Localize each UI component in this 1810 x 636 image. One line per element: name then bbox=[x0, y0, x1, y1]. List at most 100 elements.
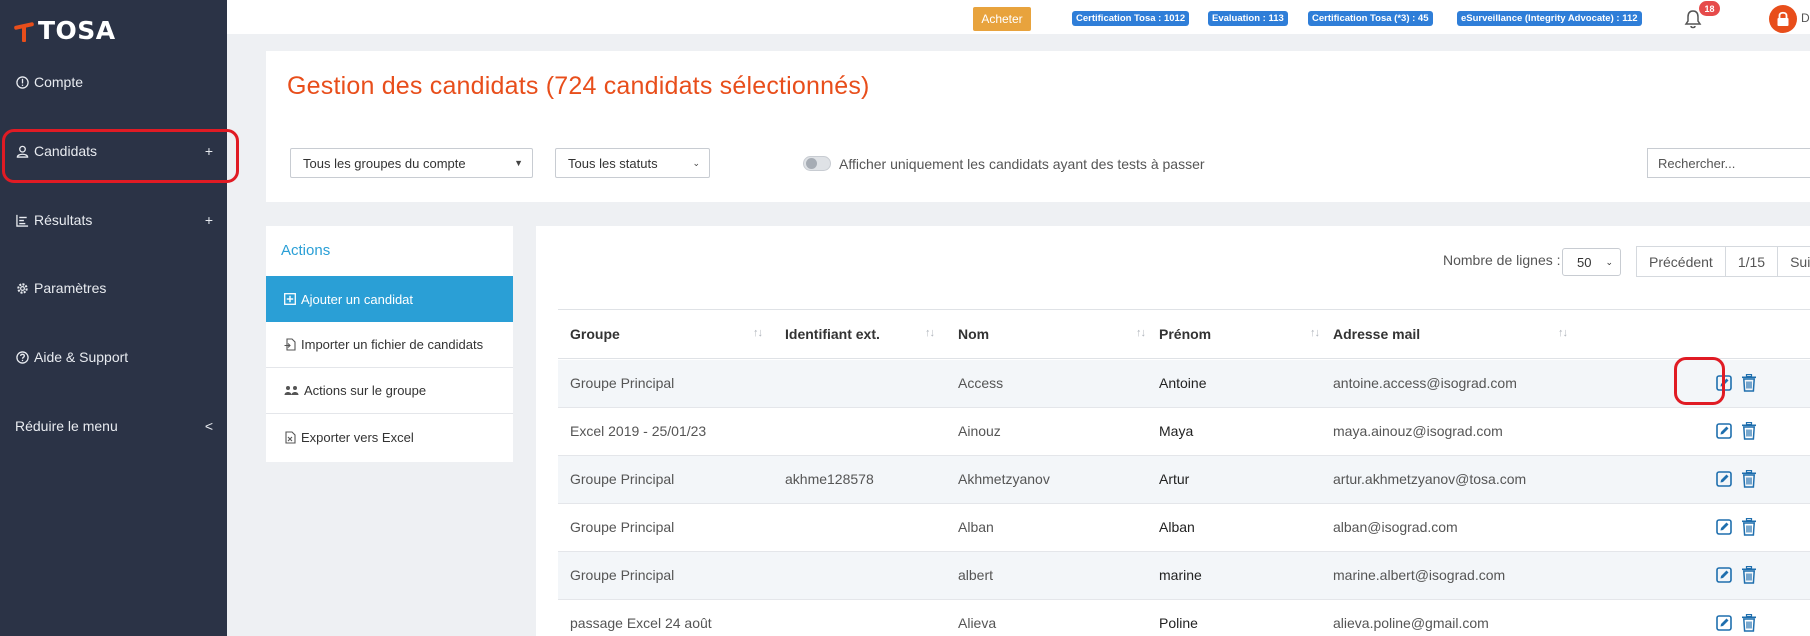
cell-groupe: Groupe Principal bbox=[570, 567, 675, 583]
sort-icon[interactable]: ↑↓ bbox=[1558, 327, 1568, 339]
topbar: Acheter Certification Tosa : 1012 Evalua… bbox=[227, 0, 1810, 34]
rows-per-page-value: 50 bbox=[1577, 254, 1592, 270]
candidates-table-card: Nombre de lignes : 50 ⌄ Précédent 1/15 S… bbox=[536, 226, 1810, 636]
table-header: Groupe ↑↓ Identifiant ext. ↑↓ Nom ↑↓ Pré… bbox=[558, 309, 1810, 359]
caret-down-icon: ▼ bbox=[514, 158, 523, 168]
table-row: Groupe Principal Alban Alban alban@isogr… bbox=[558, 504, 1810, 552]
cell-prenom: Alban bbox=[1159, 519, 1195, 535]
bar-chart-icon bbox=[15, 213, 29, 227]
sidebar-item-reduire-menu[interactable]: Réduire le menu < bbox=[0, 406, 227, 446]
toggle-label: Afficher uniquement les candidats ayant … bbox=[839, 156, 1205, 172]
edit-icon[interactable] bbox=[1716, 471, 1732, 487]
group-actions-button[interactable]: Actions sur le groupe bbox=[266, 368, 513, 414]
sort-icon[interactable]: ↑↓ bbox=[1310, 327, 1320, 339]
brand-name: TOSA bbox=[38, 16, 116, 45]
sidebar-item-label: Compte bbox=[34, 74, 84, 90]
pagination: Précédent 1/15 Suiv bbox=[1636, 246, 1810, 277]
tosa-logo-icon bbox=[13, 20, 35, 42]
highlight-annotation bbox=[1674, 357, 1725, 405]
search-input[interactable] bbox=[1647, 148, 1810, 178]
sidebar-item-aide-support[interactable]: Aide & Support bbox=[0, 337, 227, 377]
column-header-identifiant[interactable]: Identifiant ext. bbox=[785, 326, 880, 342]
trash-icon[interactable] bbox=[1741, 374, 1757, 392]
edit-icon[interactable] bbox=[1716, 519, 1732, 535]
column-header-groupe[interactable]: Groupe bbox=[570, 326, 620, 342]
users-icon bbox=[283, 384, 300, 398]
acheter-button[interactable]: Acheter bbox=[973, 7, 1031, 31]
filters-card: Gestion des candidats (724 candidats sél… bbox=[266, 51, 1810, 202]
credit-badge: Evaluation : 113 bbox=[1208, 11, 1288, 26]
cell-email: antoine.access@isograd.com bbox=[1333, 375, 1517, 391]
column-header-adresse-mail[interactable]: Adresse mail bbox=[1333, 326, 1420, 342]
sidebar: TOSA Compte Candidats + Résultats + Para… bbox=[0, 0, 239, 636]
rows-per-page-label: Nombre de lignes : bbox=[1443, 252, 1561, 268]
sidebar-item-resultats[interactable]: Résultats + bbox=[0, 200, 227, 240]
trash-icon[interactable] bbox=[1741, 422, 1757, 440]
cell-prenom: marine bbox=[1159, 567, 1202, 583]
gear-icon bbox=[15, 281, 29, 295]
cell-nom: Ainouz bbox=[958, 423, 1001, 439]
cell-groupe: Groupe Principal bbox=[570, 519, 675, 535]
credit-badge: Certification Tosa : 1012 bbox=[1072, 11, 1190, 26]
trash-icon[interactable] bbox=[1741, 614, 1757, 632]
previous-page-button[interactable]: Précédent bbox=[1637, 247, 1726, 276]
info-circle-icon bbox=[15, 75, 29, 89]
user-name[interactable]: D bbox=[1801, 11, 1810, 25]
tests-only-toggle[interactable] bbox=[803, 156, 831, 171]
sort-icon[interactable]: ↑↓ bbox=[1136, 327, 1146, 339]
edit-icon[interactable] bbox=[1716, 423, 1732, 439]
table-row: Groupe Principal akhme128578 Akhmetzyano… bbox=[558, 456, 1810, 504]
add-candidate-button[interactable]: Ajouter un candidat bbox=[266, 276, 513, 322]
credit-badge: Certification Tosa (*3) : 45 bbox=[1308, 11, 1433, 26]
column-header-prenom[interactable]: Prénom bbox=[1159, 326, 1211, 342]
sort-icon[interactable]: ↑↓ bbox=[925, 327, 935, 339]
rows-per-page-select[interactable]: 50 ⌄ bbox=[1562, 248, 1621, 276]
trash-icon[interactable] bbox=[1741, 470, 1757, 488]
table-row: Excel 2019 - 25/01/23 Ainouz Maya maya.a… bbox=[558, 408, 1810, 456]
avatar[interactable] bbox=[1769, 5, 1797, 33]
actions-panel: Actions Ajouter un candidat Importer un … bbox=[266, 226, 513, 462]
column-header-nom[interactable]: Nom bbox=[958, 326, 989, 342]
cell-prenom: Maya bbox=[1159, 423, 1194, 439]
tosa-logo[interactable]: TOSA bbox=[13, 16, 116, 45]
status-select[interactable]: Tous les statuts ⌄ bbox=[555, 148, 710, 178]
question-circle-icon bbox=[15, 350, 29, 364]
group-select[interactable]: Tous les groupes du compte ▼ bbox=[290, 148, 533, 178]
chevron-down-icon: ⌄ bbox=[1605, 257, 1613, 267]
lock-icon bbox=[1777, 11, 1789, 26]
action-label: Actions sur le groupe bbox=[304, 383, 427, 398]
cell-email: artur.akhmetzyanov@tosa.com bbox=[1333, 471, 1527, 487]
highlight-annotation bbox=[2, 129, 239, 183]
sidebar-item-compte[interactable]: Compte bbox=[0, 62, 227, 102]
cell-email: alieva.poline@gmail.com bbox=[1333, 615, 1489, 631]
edit-icon[interactable] bbox=[1716, 615, 1732, 631]
page-indicator: 1/15 bbox=[1726, 247, 1779, 276]
sidebar-item-parametres[interactable]: Paramètres bbox=[0, 268, 227, 308]
cell-groupe: Groupe Principal bbox=[570, 471, 675, 487]
credit-badge: eSurveillance (Integrity Advocate) : 112 bbox=[1457, 11, 1642, 26]
edit-icon[interactable] bbox=[1716, 567, 1732, 583]
action-label: Ajouter un candidat bbox=[301, 291, 414, 307]
cell-nom: Alban bbox=[958, 519, 994, 535]
cell-email: marine.albert@isograd.com bbox=[1333, 567, 1506, 583]
expand-icon[interactable]: + bbox=[205, 212, 213, 228]
cell-groupe: Excel 2019 - 25/01/23 bbox=[570, 423, 707, 439]
trash-icon[interactable] bbox=[1741, 566, 1757, 584]
cell-nom: Access bbox=[958, 375, 1004, 391]
sidebar-item-label: Réduire le menu bbox=[15, 418, 118, 434]
export-excel-button[interactable]: Exporter vers Excel bbox=[266, 414, 513, 460]
action-label: Exporter vers Excel bbox=[301, 429, 414, 445]
plus-square-icon bbox=[283, 292, 297, 306]
cell-nom: Alieva bbox=[958, 615, 997, 631]
sort-icon[interactable]: ↑↓ bbox=[753, 327, 763, 339]
import-candidates-button[interactable]: Importer un fichier de candidats bbox=[266, 322, 513, 368]
page-title: Gestion des candidats (724 candidats sél… bbox=[287, 72, 870, 100]
next-page-button[interactable]: Suiv bbox=[1778, 247, 1810, 276]
cell-groupe: passage Excel 24 août bbox=[570, 615, 712, 631]
cell-prenom: Antoine bbox=[1159, 375, 1207, 391]
toggle-knob bbox=[806, 158, 817, 169]
cell-nom: Akhmetzyanov bbox=[958, 471, 1050, 487]
trash-icon[interactable] bbox=[1741, 518, 1757, 536]
cell-identifiant: akhme128578 bbox=[785, 471, 874, 487]
cell-groupe: Groupe Principal bbox=[570, 375, 675, 391]
